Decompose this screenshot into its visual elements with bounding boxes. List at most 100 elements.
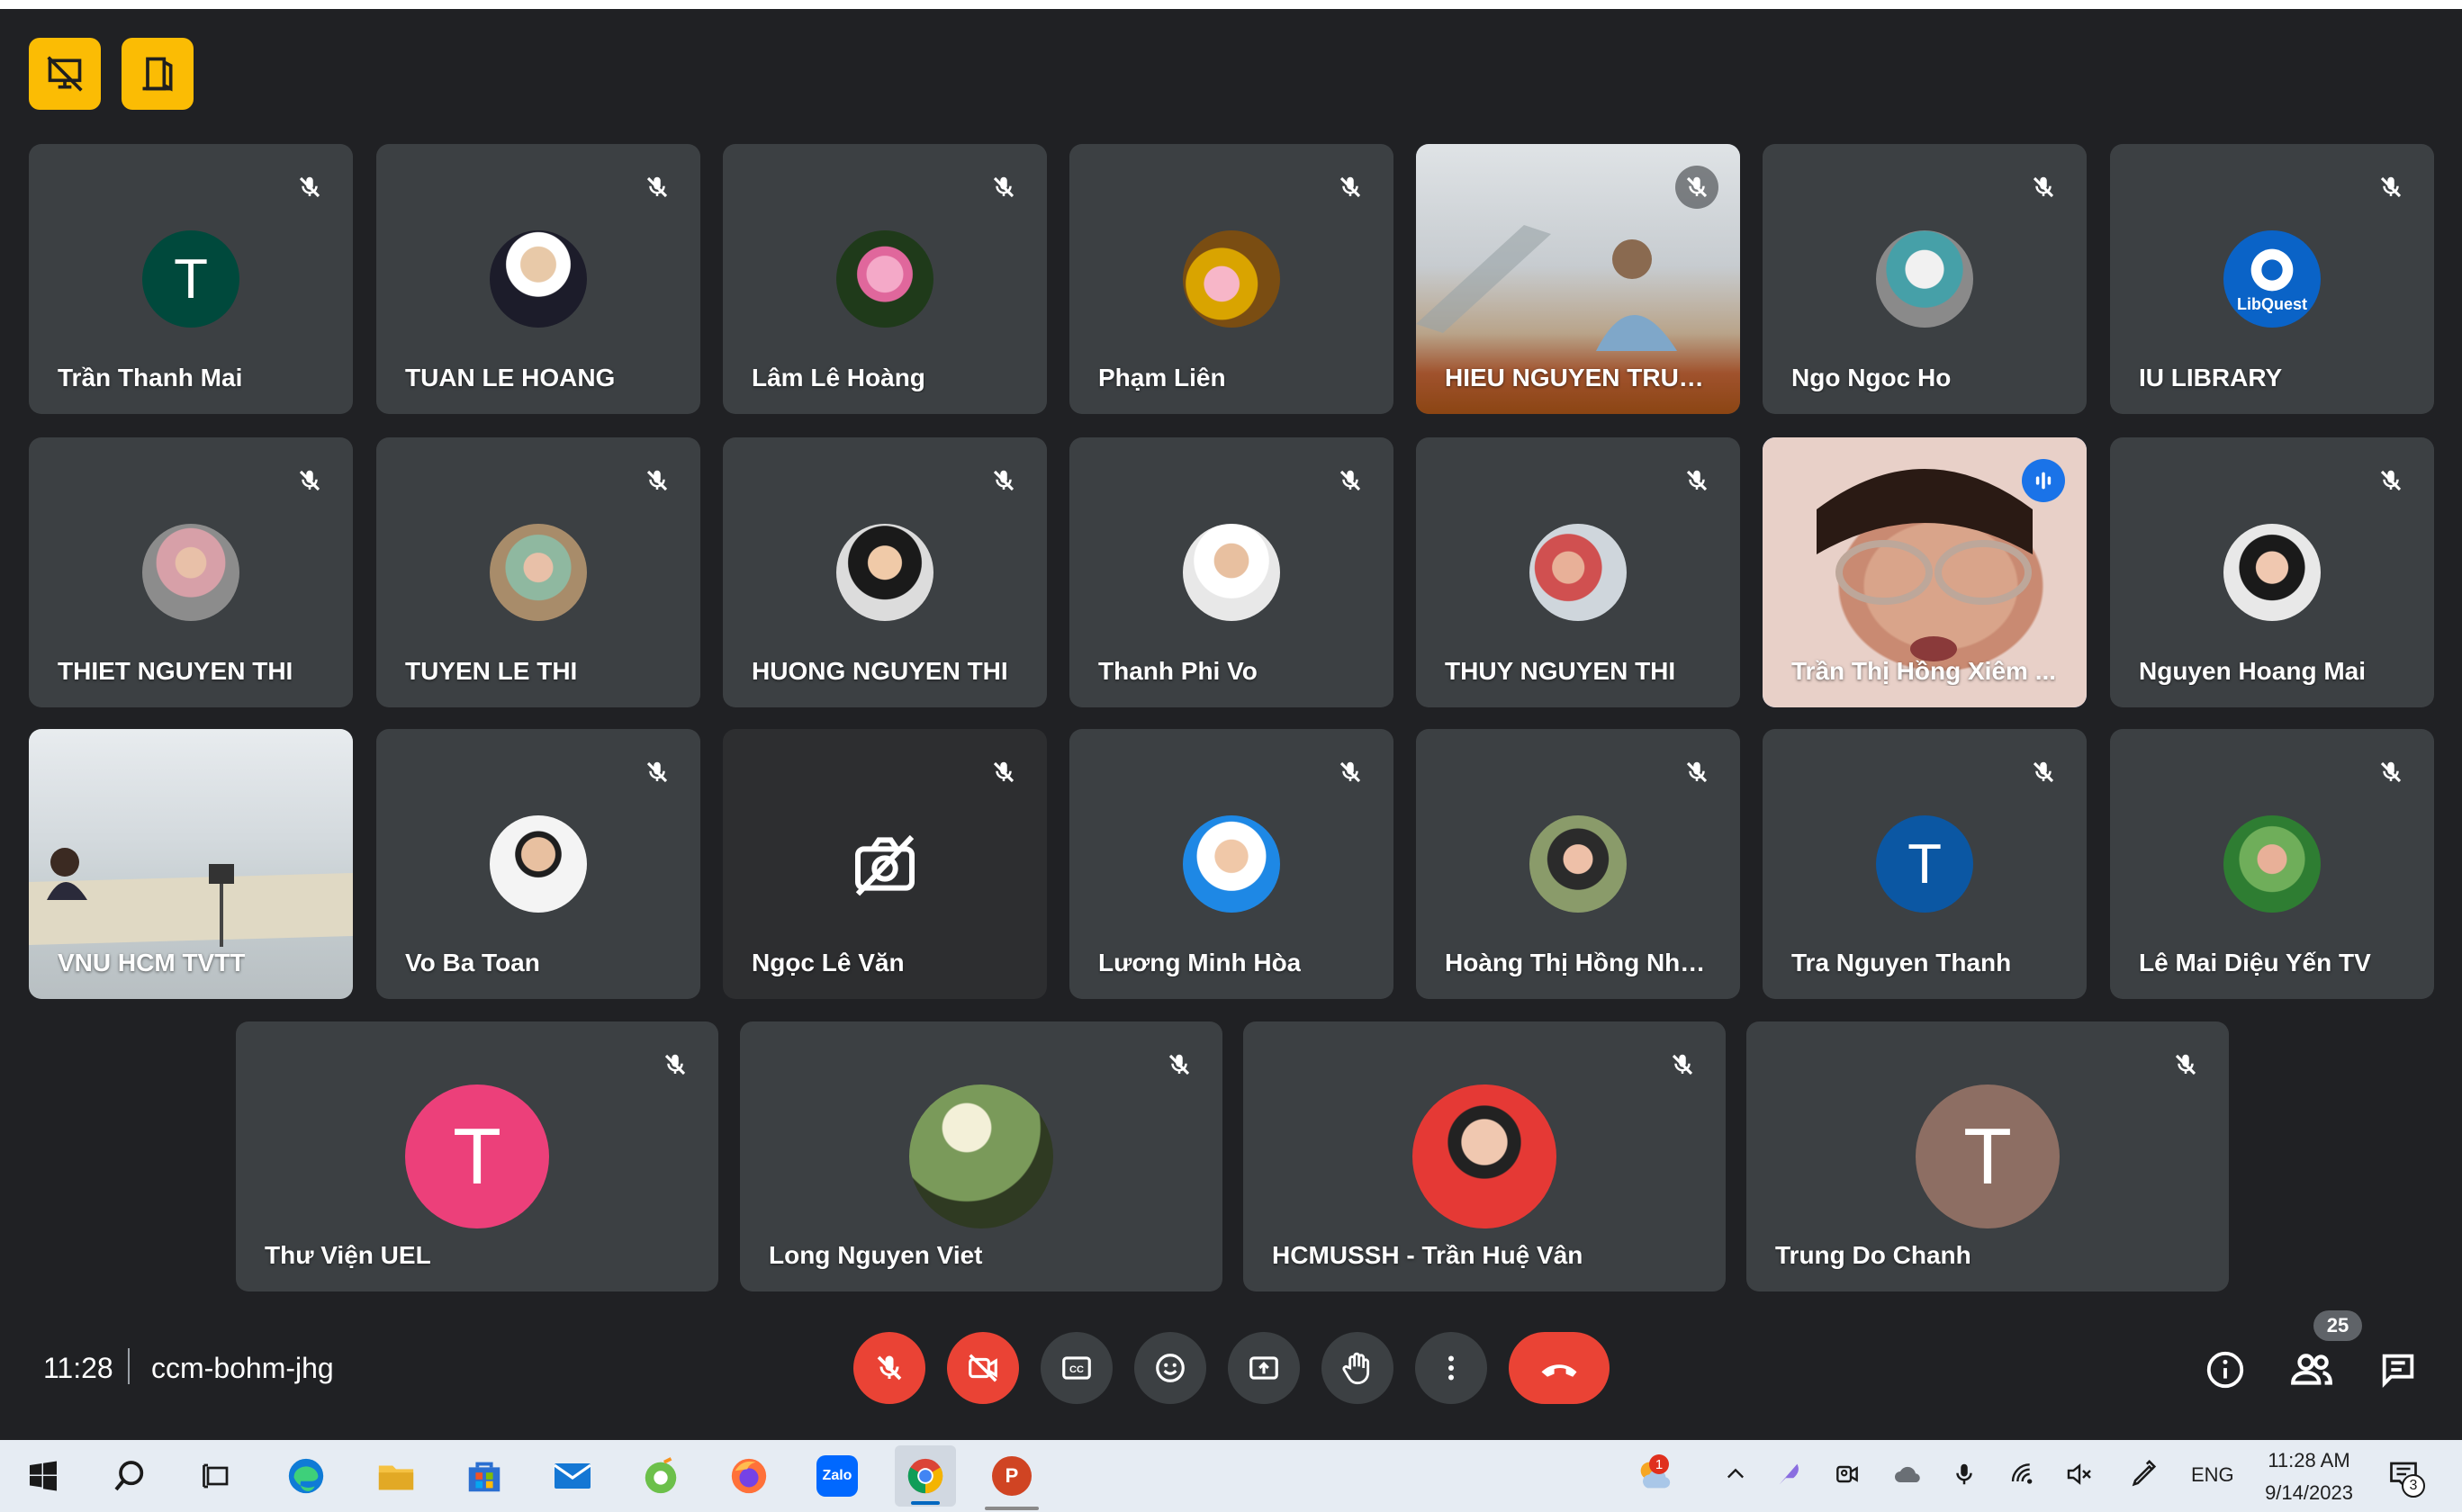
- mic-off-icon: [2022, 751, 2065, 794]
- powerpoint-icon: P: [992, 1456, 1032, 1496]
- pen-tray-button[interactable]: [1770, 1454, 1809, 1494]
- participant-tile-speaking[interactable]: Trần Thị Hồng Xiêm ...: [1763, 437, 2087, 707]
- volume-button[interactable]: [2060, 1454, 2099, 1494]
- svg-text:CC: CC: [1069, 1364, 1084, 1375]
- participant-tile[interactable]: Ngọc Lê Văn: [723, 729, 1047, 999]
- mic-off-icon: [2369, 166, 2412, 209]
- mic-off-icon: [636, 459, 679, 502]
- participant-tile[interactable]: Lâm Lê Hoàng: [723, 144, 1047, 414]
- avatar-photo: [1876, 230, 1973, 328]
- divider: [128, 1348, 130, 1384]
- participant-tile[interactable]: TUYEN LE THI: [376, 437, 700, 707]
- speaking-indicator-icon: [2022, 459, 2065, 502]
- end-call-icon: [1541, 1364, 1577, 1377]
- present-button[interactable]: [1228, 1332, 1300, 1404]
- taskbar-powerpoint[interactable]: P: [981, 1445, 1042, 1507]
- taskbar-firefox[interactable]: [718, 1445, 780, 1507]
- participant-tile[interactable]: Vo Ba Toan: [376, 729, 700, 999]
- taskbar-time[interactable]: 11:28 AM: [2259, 1449, 2358, 1472]
- exit-room-icon: [142, 57, 173, 92]
- libquest-logo: LibQuest: [2223, 230, 2321, 328]
- participant-tile[interactable]: Hoàng Thị Hồng Nhu...: [1416, 729, 1740, 999]
- participant-name: Ngo Ngoc Ho: [1791, 364, 1952, 392]
- taskbar-search-button[interactable]: [99, 1445, 160, 1507]
- top-edge: [0, 0, 2462, 9]
- meeting-code: ccm-bohm-jhg: [151, 1352, 334, 1384]
- pen-menu-button[interactable]: [2124, 1454, 2164, 1494]
- taskbar-zalo[interactable]: Zalo: [807, 1445, 868, 1507]
- presentation-off-button[interactable]: [29, 38, 101, 110]
- participant-name: Thanh Phi Vo: [1098, 657, 1258, 685]
- participant-tile[interactable]: Lê Mai Diệu Yến TV: [2110, 729, 2434, 999]
- taskbar-date[interactable]: 9/14/2023: [2259, 1481, 2358, 1505]
- chat-button[interactable]: [2369, 1341, 2427, 1399]
- participant-tile[interactable]: THIET NGUYEN THI: [29, 437, 353, 707]
- participant-tile[interactable]: Phạm Liên: [1069, 144, 1393, 414]
- network-button[interactable]: [2004, 1454, 2043, 1494]
- mic-toggle-button[interactable]: [853, 1332, 925, 1404]
- participant-tile[interactable]: Ngo Ngoc Ho: [1763, 144, 2087, 414]
- mail-icon: [554, 1463, 591, 1489]
- show-hidden-icons-button[interactable]: [1716, 1454, 1755, 1494]
- mic-off-icon: [636, 166, 679, 209]
- start-button[interactable]: [13, 1445, 74, 1507]
- emoji-button[interactable]: [1134, 1332, 1206, 1404]
- file-explorer-icon: [378, 1465, 414, 1490]
- avatar-photo: [1183, 815, 1280, 913]
- participant-tile[interactable]: T Tra Nguyen Thanh: [1763, 729, 2087, 999]
- mic-off-icon: [1675, 459, 1718, 502]
- zalo-icon: Zalo: [816, 1455, 858, 1497]
- participant-tile[interactable]: HCMUSSH - Trần Huệ Vân: [1243, 1022, 1726, 1292]
- avatar-photo: [490, 815, 587, 913]
- taskbar-mail[interactable]: [542, 1445, 603, 1507]
- meeting-info-button[interactable]: [2196, 1341, 2254, 1399]
- participant-tile[interactable]: HUONG NGUYEN THI: [723, 437, 1047, 707]
- participant-tile[interactable]: LibQuest IU LIBRARY: [2110, 144, 2434, 414]
- participant-tile[interactable]: Thanh Phi Vo: [1069, 437, 1393, 707]
- mic-off-icon: [1329, 459, 1372, 502]
- more-options-button[interactable]: [1415, 1332, 1487, 1404]
- avatar-photo: [2223, 524, 2321, 621]
- avatar-photo: [142, 524, 239, 621]
- chat-icon: [2382, 1354, 2414, 1388]
- presentation-off-icon: [47, 56, 83, 92]
- camera-off-icon: [836, 815, 933, 913]
- participant-tile[interactable]: Long Nguyen Viet: [740, 1022, 1222, 1292]
- participant-tile[interactable]: T Trần Thanh Mai: [29, 144, 353, 414]
- task-view-button[interactable]: [185, 1445, 247, 1507]
- participant-tile[interactable]: T Trung Do Chanh: [1746, 1022, 2229, 1292]
- exit-room-button[interactable]: [122, 38, 194, 110]
- end-call-button[interactable]: [1509, 1332, 1610, 1404]
- raise-hand-button[interactable]: [1321, 1332, 1393, 1404]
- info-icon: [2206, 1351, 2244, 1389]
- participant-tile[interactable]: Lương Minh Hòa: [1069, 729, 1393, 999]
- participant-tile[interactable]: VNU HCM TVTT: [29, 729, 353, 999]
- captions-button[interactable]: CC: [1041, 1332, 1113, 1404]
- pen-icon: [2132, 1460, 2157, 1487]
- mic-off-icon: [2369, 751, 2412, 794]
- participant-name: IU LIBRARY: [2139, 364, 2283, 392]
- microphone-tray[interactable]: [1944, 1454, 1984, 1494]
- edge-icon: [288, 1458, 324, 1494]
- taskbar-file-explorer[interactable]: [365, 1445, 427, 1507]
- camera-toggle-button[interactable]: [947, 1332, 1019, 1404]
- participant-tile[interactable]: TUAN LE HOANG: [376, 144, 700, 414]
- participant-tile[interactable]: HIEU NGUYEN TRUNG: [1416, 144, 1740, 414]
- onedrive-button[interactable]: [1889, 1454, 1928, 1494]
- meet-now-button[interactable]: [1827, 1454, 1867, 1494]
- mic-off-icon: [982, 166, 1025, 209]
- windows-start-icon: [30, 1461, 57, 1491]
- taskbar-chrome[interactable]: [895, 1445, 956, 1507]
- taskbar-edge[interactable]: [275, 1445, 337, 1507]
- avatar-photo: [836, 230, 933, 328]
- taskbar-green-app[interactable]: [630, 1445, 691, 1507]
- chevron-up-icon: [1727, 1468, 1744, 1479]
- participant-tile[interactable]: T Thư Viện UEL: [236, 1022, 718, 1292]
- participant-tile[interactable]: Nguyen Hoang Mai: [2110, 437, 2434, 707]
- language-indicator[interactable]: ENG: [2191, 1463, 2234, 1487]
- participant-tile[interactable]: THUY NGUYEN THI: [1416, 437, 1740, 707]
- meet-now-icon: [1836, 1465, 1858, 1483]
- mic-off-icon: [654, 1043, 697, 1086]
- people-button[interactable]: [2283, 1341, 2340, 1399]
- taskbar-store[interactable]: [454, 1445, 515, 1507]
